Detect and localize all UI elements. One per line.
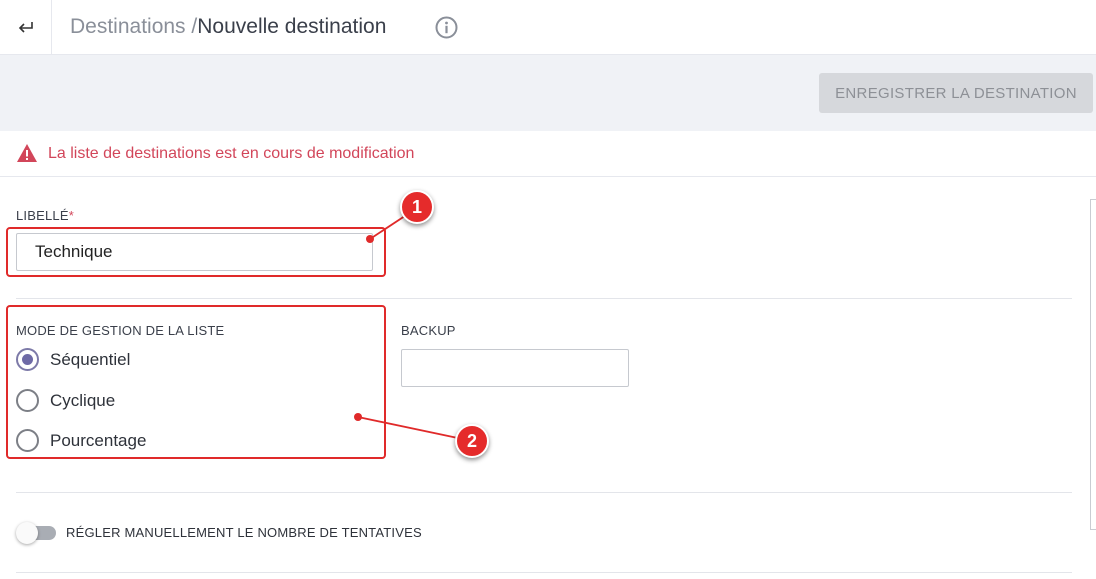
- page-title: Nouvelle destination: [197, 15, 387, 38]
- toggle-knob: [16, 522, 38, 544]
- radio-unchecked-icon: [16, 429, 39, 452]
- required-mark: *: [68, 208, 74, 223]
- save-destination-button[interactable]: ENREGISTRER LA DESTINATION: [819, 73, 1093, 113]
- libelle-input[interactable]: [16, 233, 373, 271]
- backup-label: BACKUP: [401, 323, 456, 338]
- callout-dot-2: [354, 413, 362, 421]
- backup-input[interactable]: [401, 349, 629, 387]
- divider: [16, 572, 1072, 573]
- manual-attempts-toggle[interactable]: [16, 522, 58, 544]
- return-arrow-icon: [18, 21, 33, 33]
- annotation-badge-1: 1: [400, 190, 434, 224]
- libelle-label: LIBELLÉ*: [16, 208, 74, 223]
- manual-attempts-label: RÉGLER MANUELLEMENT LE NOMBRE DE TENTATI…: [66, 525, 422, 540]
- breadcrumb-parent[interactable]: Destinations: [70, 15, 186, 38]
- radio-sequentiel[interactable]: Séquentiel: [16, 348, 130, 371]
- mode-label: MODE DE GESTION DE LA LISTE: [16, 323, 225, 338]
- back-button[interactable]: [0, 0, 52, 55]
- radio-pourcentage[interactable]: Pourcentage: [16, 429, 146, 452]
- modification-alert: La liste de destinations est en cours de…: [0, 131, 1096, 177]
- radio-dot: [22, 354, 33, 365]
- radio-cyclique[interactable]: Cyclique: [16, 389, 115, 412]
- warning-triangle-icon: [17, 144, 37, 162]
- divider: [16, 492, 1072, 493]
- radio-label: Séquentiel: [50, 349, 131, 369]
- libelle-label-text: LIBELLÉ: [16, 208, 69, 223]
- info-circle-icon[interactable]: [435, 16, 458, 39]
- radio-checked-icon: [16, 348, 39, 371]
- radio-unchecked-icon: [16, 389, 39, 412]
- radio-label: Pourcentage: [50, 430, 147, 450]
- scrollbar[interactable]: [1090, 199, 1096, 530]
- breadcrumb: Destinations /Nouvelle destination: [70, 14, 386, 40]
- top-bar: Destinations /Nouvelle destination: [0, 0, 1096, 55]
- annotation-badge-2: 2: [455, 424, 489, 458]
- alert-message: La liste de destinations est en cours de…: [48, 145, 415, 162]
- divider: [16, 298, 1072, 299]
- radio-label: Cyclique: [50, 390, 116, 410]
